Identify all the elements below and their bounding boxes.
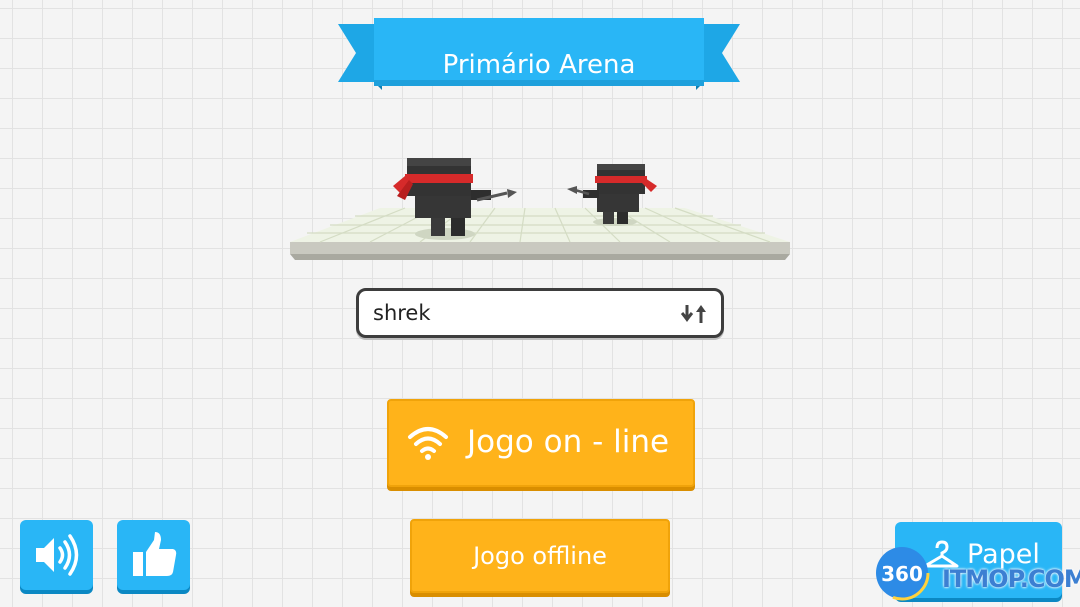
title-banner: Primário Arena <box>334 14 744 100</box>
watermark-logo: 360 <box>874 545 930 601</box>
speaker-icon <box>36 534 79 576</box>
page-title: Primário Arena <box>442 50 636 80</box>
player-name-field[interactable] <box>356 288 724 338</box>
online-game-button[interactable]: Jogo on - line <box>387 399 695 487</box>
arena-scene <box>290 158 790 260</box>
like-button[interactable] <box>117 520 190 590</box>
shuffle-icon[interactable] <box>681 301 709 327</box>
watermark: 360 ITMOP.COM <box>872 543 1080 607</box>
sound-button[interactable] <box>20 520 93 590</box>
thumbs-up-icon <box>133 532 177 576</box>
arena-platform <box>290 207 790 260</box>
svg-text:360: 360 <box>881 562 923 586</box>
offline-game-button[interactable]: Jogo offline <box>410 519 670 593</box>
player-name-input[interactable] <box>373 291 663 335</box>
watermark-site: ITMOP.COM <box>942 565 1080 593</box>
offline-game-label: Jogo offline <box>473 542 607 570</box>
online-game-label: Jogo on - line <box>467 424 670 460</box>
wifi-icon <box>408 427 448 460</box>
